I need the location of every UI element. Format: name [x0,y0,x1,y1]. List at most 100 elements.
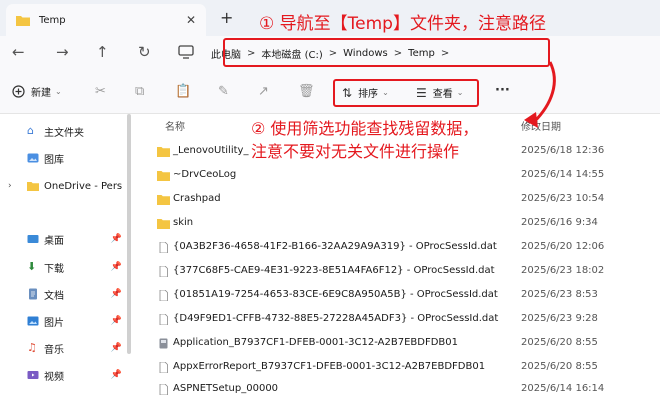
file-row[interactable]: ASPNETSetup_00000 2025/6/14 16:14 [135,378,660,397]
file-icon [159,266,168,277]
paste-icon[interactable]: 📋 [175,84,191,99]
annotation-step1: ① 导航至【Temp】文件夹，注意路径 [259,14,546,34]
chevron-right-icon[interactable]: › [8,181,12,191]
folder-icon [157,219,170,229]
tab-title: Temp [39,14,66,26]
sidebar-item-documents[interactable]: 文档 📌 [0,284,128,304]
sidebar-item-videos[interactable]: 视频 📌 [0,365,128,385]
file-name: {01851A19-7254-4653-83CE-6E9C8A950A5B} -… [173,289,498,300]
sidebar-item-label: 文档 [44,290,64,302]
pin-icon[interactable]: 📌 [111,370,122,380]
new-tab-button[interactable]: + [220,8,233,27]
sidebar-item-label: 主文件夹 [44,127,84,139]
sidebar-item-label: 桌面 [44,235,64,247]
sidebar-item-label: 音乐 [44,344,64,356]
file-name: skin [173,217,194,228]
folder-icon [157,195,170,205]
file-row[interactable]: {0A3B2F36-4658-41F2-B166-32AA29A9A319} -… [135,236,660,260]
file-icon [159,362,168,373]
pin-icon[interactable]: 📌 [111,343,122,353]
file-icon [159,242,168,253]
computer-icon [178,45,194,59]
gallery-icon [27,153,39,163]
sidebar-item-label: OneDrive - Pers [44,180,123,192]
file-row[interactable]: {377C68F5-CAE9-4E31-9223-8E51A4FA6F12} -… [135,260,660,284]
desktop-icon [27,235,39,243]
file-date: 2025/6/20 12:06 [521,241,605,252]
sidebar-item-downloads[interactable]: ⬇ 下载 📌 [0,257,128,277]
close-tab-icon[interactable]: ✕ [186,13,196,27]
column-header-name[interactable]: 名称 [165,118,185,133]
documents-icon [29,288,37,300]
more-options-icon[interactable]: ··· [495,83,510,98]
pin-icon[interactable]: 📌 [111,316,122,326]
application-icon [159,338,168,349]
videos-icon [27,371,39,379]
file-date: 2025/6/16 9:34 [521,217,598,228]
plus-circle-icon [12,85,25,98]
tab-temp[interactable]: Temp ✕ [6,4,206,36]
sort-view-highlight [333,79,479,107]
folder-icon [16,15,30,26]
file-icon [159,314,168,325]
file-row[interactable]: Application_B7937CF1-DFEB-0001-3C12-A2B7… [135,332,660,356]
cut-icon[interactable]: ✂ [95,84,106,99]
file-date: 2025/6/20 8:55 [521,361,598,372]
sidebar-item-gallery[interactable]: 图库 [0,148,128,168]
back-arrow-icon[interactable]: ← [12,43,25,61]
file-row[interactable]: {01851A19-7254-4653-83CE-6E9C8A950A5B} -… [135,284,660,308]
file-row[interactable]: ~DrvCeoLog 2025/6/14 14:55 [135,164,660,188]
refresh-icon[interactable]: ↻ [138,43,151,61]
rename-icon[interactable]: ✎ [218,84,229,99]
new-button-label: 新建 [31,88,51,99]
annotation-step2-line1: ② 使用筛选功能查找残留数据， [251,119,479,138]
file-icon [159,384,168,395]
share-icon[interactable]: ↗ [258,84,269,99]
sidebar-item-onedrive[interactable]: › OneDrive - Pers [0,176,128,196]
sidebar-item-label: 图库 [44,154,64,166]
folder-icon [157,147,170,157]
file-name: {0A3B2F36-4658-41F2-B166-32AA29A9A319} -… [173,241,497,252]
file-icon [159,290,168,301]
cloud-folder-icon [27,182,39,191]
pictures-icon [27,316,39,326]
file-row[interactable]: Crashpad 2025/6/23 10:54 [135,188,660,212]
file-name: Application_B7937CF1-DFEB-0001-3C12-A2B7… [173,337,458,348]
download-icon: ⬇ [27,260,37,273]
sidebar-item-pictures[interactable]: 图片 📌 [0,311,128,331]
file-date: 2025/6/14 14:55 [521,169,605,180]
annotation-step2-line2: 注意不要对无关文件进行操作 [251,142,460,161]
new-button[interactable]: 新建 ⌄ [12,84,62,99]
file-name: {D49F9ED1-CFFB-4732-88E5-27228A45ADF3} -… [173,313,499,324]
up-arrow-icon[interactable]: ↑ [96,43,109,61]
file-date: 2025/6/23 9:28 [521,313,598,324]
navigation-pane: ⌂ 主文件夹 图库 › OneDrive - Pers 桌面 📌 ⬇ 下载 📌 … [0,114,128,397]
sidebar-item-label: 视频 [44,371,64,383]
file-name: AppxErrorReport_B7937CF1-DFEB-0001-3C12-… [173,361,486,372]
delete-icon[interactable]: 🗑 [298,84,315,99]
file-name: {377C68F5-CAE9-4E31-9223-8E51A4FA6F12} -… [173,265,495,276]
file-row[interactable]: AppxErrorReport_B7937CF1-DFEB-0001-3C12-… [135,356,660,380]
sidebar-item-label: 图片 [44,317,64,329]
file-name: ~DrvCeoLog [173,169,237,180]
file-name: Crashpad [173,193,221,204]
forward-arrow-icon[interactable]: → [56,43,69,61]
file-name: ASPNETSetup_00000 [173,383,279,394]
file-date: 2025/6/23 18:02 [521,265,605,276]
sidebar-item-music[interactable]: ♫ 音乐 📌 [0,338,128,358]
pin-icon[interactable]: 📌 [111,262,122,272]
sidebar-item-label: 下载 [44,263,64,275]
file-date: 2025/6/18 12:36 [521,145,605,156]
file-row[interactable]: skin 2025/6/16 9:34 [135,212,660,236]
pin-icon[interactable]: 📌 [111,289,122,299]
sidebar-scrollbar[interactable] [127,114,131,354]
copy-icon[interactable]: ⧉ [135,84,144,99]
sidebar-item-desktop[interactable]: 桌面 📌 [0,229,128,249]
pin-icon[interactable]: 📌 [111,234,122,244]
address-bar-highlight [223,38,550,67]
sidebar-item-home[interactable]: ⌂ 主文件夹 [0,121,128,141]
file-name: _LenovoUtility_ [173,145,249,156]
file-date: 2025/6/23 8:53 [521,289,598,300]
file-date: 2025/6/14 16:14 [521,383,605,394]
file-row[interactable]: {D49F9ED1-CFFB-4732-88E5-27228A45ADF3} -… [135,308,660,332]
